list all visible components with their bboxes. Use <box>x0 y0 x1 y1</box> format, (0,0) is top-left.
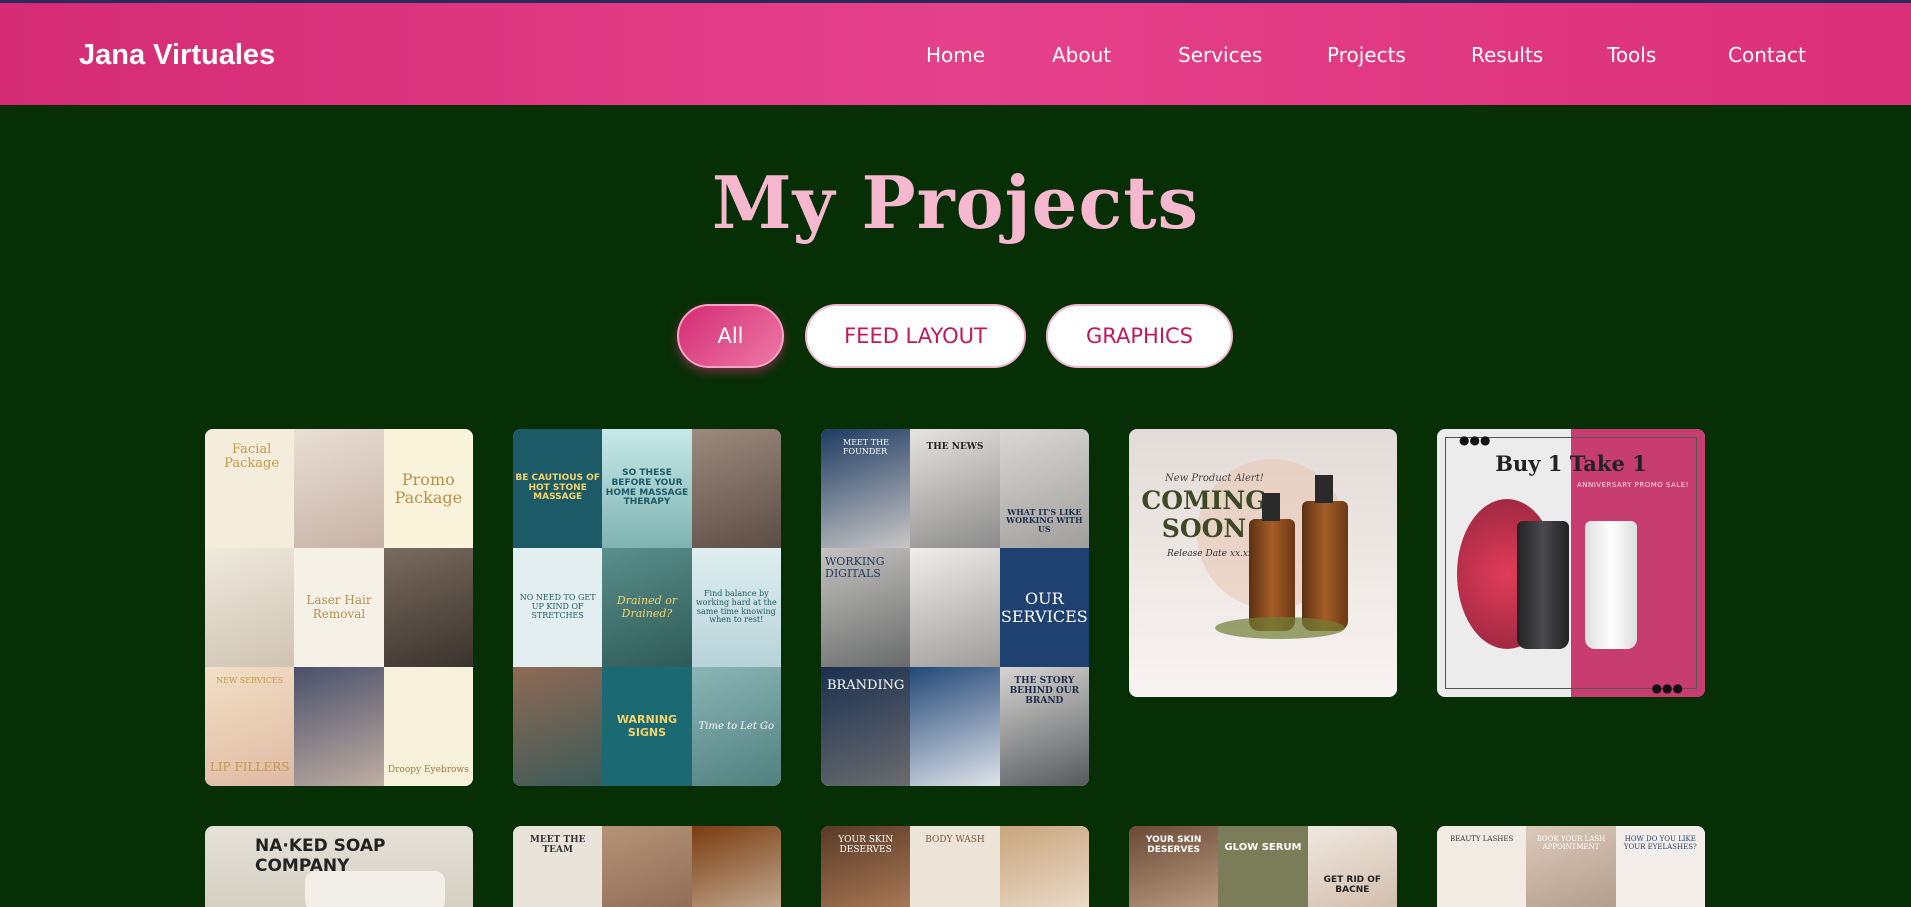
feed-tile: Laser Hair Removal <box>294 548 384 667</box>
bottle-image <box>1302 501 1348 631</box>
feed-tile <box>294 429 384 548</box>
perfume-bottle-dark <box>1517 521 1569 649</box>
feed-tile: Find balance by working hard at the same… <box>691 548 781 667</box>
olive-branch <box>1215 617 1345 639</box>
feed-tile: THE NEWS <box>910 429 1000 548</box>
nav-results[interactable]: Results <box>1471 43 1543 67</box>
feed-tile: NO NEED TO GET UP KIND OF STRETCHES <box>513 548 603 667</box>
feed-tile <box>205 548 295 667</box>
feed-tile <box>513 667 603 786</box>
nav-projects[interactable]: Projects <box>1327 43 1406 67</box>
feed-tile: YOUR SKIN DESERVES <box>821 826 911 907</box>
dots-icon: ●●● <box>1459 433 1491 447</box>
feed-tile <box>910 667 1000 786</box>
feed-tile: BEAUTY LASHES <box>1437 826 1527 907</box>
project-card-coming-soon[interactable]: New Product Alert! COMING SOON Release D… <box>1129 429 1397 697</box>
bottle-image <box>1249 519 1295 631</box>
nav-about[interactable]: About <box>1052 43 1111 67</box>
feed-tile: GET RID OF BACNE <box>1307 826 1397 907</box>
feed-tile: Drained or Drained? <box>602 548 692 667</box>
feed-tile: GLOW SERUM <box>1218 826 1308 907</box>
feed-tile <box>691 429 781 548</box>
promo-heading: Buy 1 Take 1 <box>1495 451 1647 476</box>
feed-tile <box>691 826 781 907</box>
project-card-buy1take1[interactable]: Buy 1 Take 1 ANNIVERSARY PROMO SALE! ●●●… <box>1437 429 1705 697</box>
filter-graphics-button[interactable]: GRAPHICS <box>1046 304 1233 368</box>
product-alert-text: New Product Alert! <box>1165 473 1264 484</box>
feed-tile: Facial Package <box>205 429 295 548</box>
feed-tile: BE CAUTIOUS OF HOT STONE MASSAGE <box>513 429 603 548</box>
project-card-serum-feed[interactable]: YOUR SKIN DESERVES GLOW SERUM GET RID OF… <box>1129 826 1397 907</box>
page-title: My Projects <box>711 160 1200 245</box>
feed-tile: SO THESE BEFORE YOUR HOME MASSAGE THERAP… <box>602 429 692 548</box>
navbar: Jana Virtuales Home About Services Proje… <box>0 3 1911 105</box>
feed-tile: OUR SERVICES <box>999 548 1089 667</box>
feed-tile <box>602 826 692 907</box>
feed-tile: Time to Let Go <box>691 667 781 786</box>
feed-tile: MEET THE TEAM <box>513 826 603 907</box>
nav-tools[interactable]: Tools <box>1607 43 1656 67</box>
dots-icon: ●●● <box>1651 681 1683 695</box>
feed-tile: Promo Package <box>383 429 473 548</box>
promo-subtitle: ANNIVERSARY PROMO SALE! <box>1576 481 1689 489</box>
project-card-spa-feed[interactable]: Facial Package Promo Package Laser Hair … <box>205 429 473 786</box>
project-card-team-feed[interactable]: MEET THE TEAM <box>513 826 781 907</box>
feed-tile <box>383 548 473 667</box>
soap-brand: NA·KED SOAP COMPANY <box>255 836 386 876</box>
soap-image <box>305 871 445 907</box>
feed-tile: WARNING SIGNS <box>602 667 692 786</box>
nav-home[interactable]: Home <box>926 43 985 67</box>
nav-contact[interactable]: Contact <box>1728 43 1806 67</box>
filter-all-button[interactable]: All <box>677 304 784 368</box>
feed-tile: WHAT IT'S LIKE WORKING WITH US <box>999 429 1089 548</box>
project-card-massage-feed[interactable]: BE CAUTIOUS OF HOT STONE MASSAGE SO THES… <box>513 429 781 786</box>
feed-tile: WORKING DIGITALS <box>821 548 911 667</box>
feed-tile: HOW DO YOU LIKE YOUR EYELASHES? <box>1615 826 1705 907</box>
project-card-skincare-feed[interactable]: YOUR SKIN DESERVES BODY WASH <box>821 826 1089 907</box>
bottle-pump <box>1262 493 1280 521</box>
feed-tile <box>999 826 1089 907</box>
feed-tile: BRANDING <box>821 667 911 786</box>
feed-tile: BODY WASH <box>910 826 1000 907</box>
bottle-pump <box>1315 475 1333 503</box>
perfume-bottle-light <box>1585 521 1637 649</box>
feed-tile: LIP FILLERS NEW SERVICES <box>205 667 295 786</box>
feed-tile: BOOK YOUR LASH APPOINTMENT <box>1526 826 1616 907</box>
feed-tile <box>294 667 384 786</box>
project-card-lashes-feed[interactable]: BEAUTY LASHES BOOK YOUR LASH APPOINTMENT… <box>1437 826 1705 907</box>
feed-tile: MEET THE FOUNDER <box>821 429 911 548</box>
release-date-text: Release Date xx.xx <box>1167 549 1254 559</box>
feed-tile: THE STORY BEHIND OUR BRAND <box>999 667 1089 786</box>
feed-tile <box>910 548 1000 667</box>
project-card-soap[interactable]: NA·KED SOAP COMPANY <box>205 826 473 907</box>
nav-services[interactable]: Services <box>1178 43 1262 67</box>
filter-feed-layout-button[interactable]: FEED LAYOUT <box>805 304 1026 368</box>
feed-tile: YOUR SKIN DESERVES <box>1129 826 1219 907</box>
feed-tile: Droopy Eyebrows <box>383 667 473 786</box>
project-card-agency-feed[interactable]: MEET THE FOUNDER THE NEWS WHAT IT'S LIKE… <box>821 429 1089 786</box>
brand-logo[interactable]: Jana Virtuales <box>79 39 275 72</box>
